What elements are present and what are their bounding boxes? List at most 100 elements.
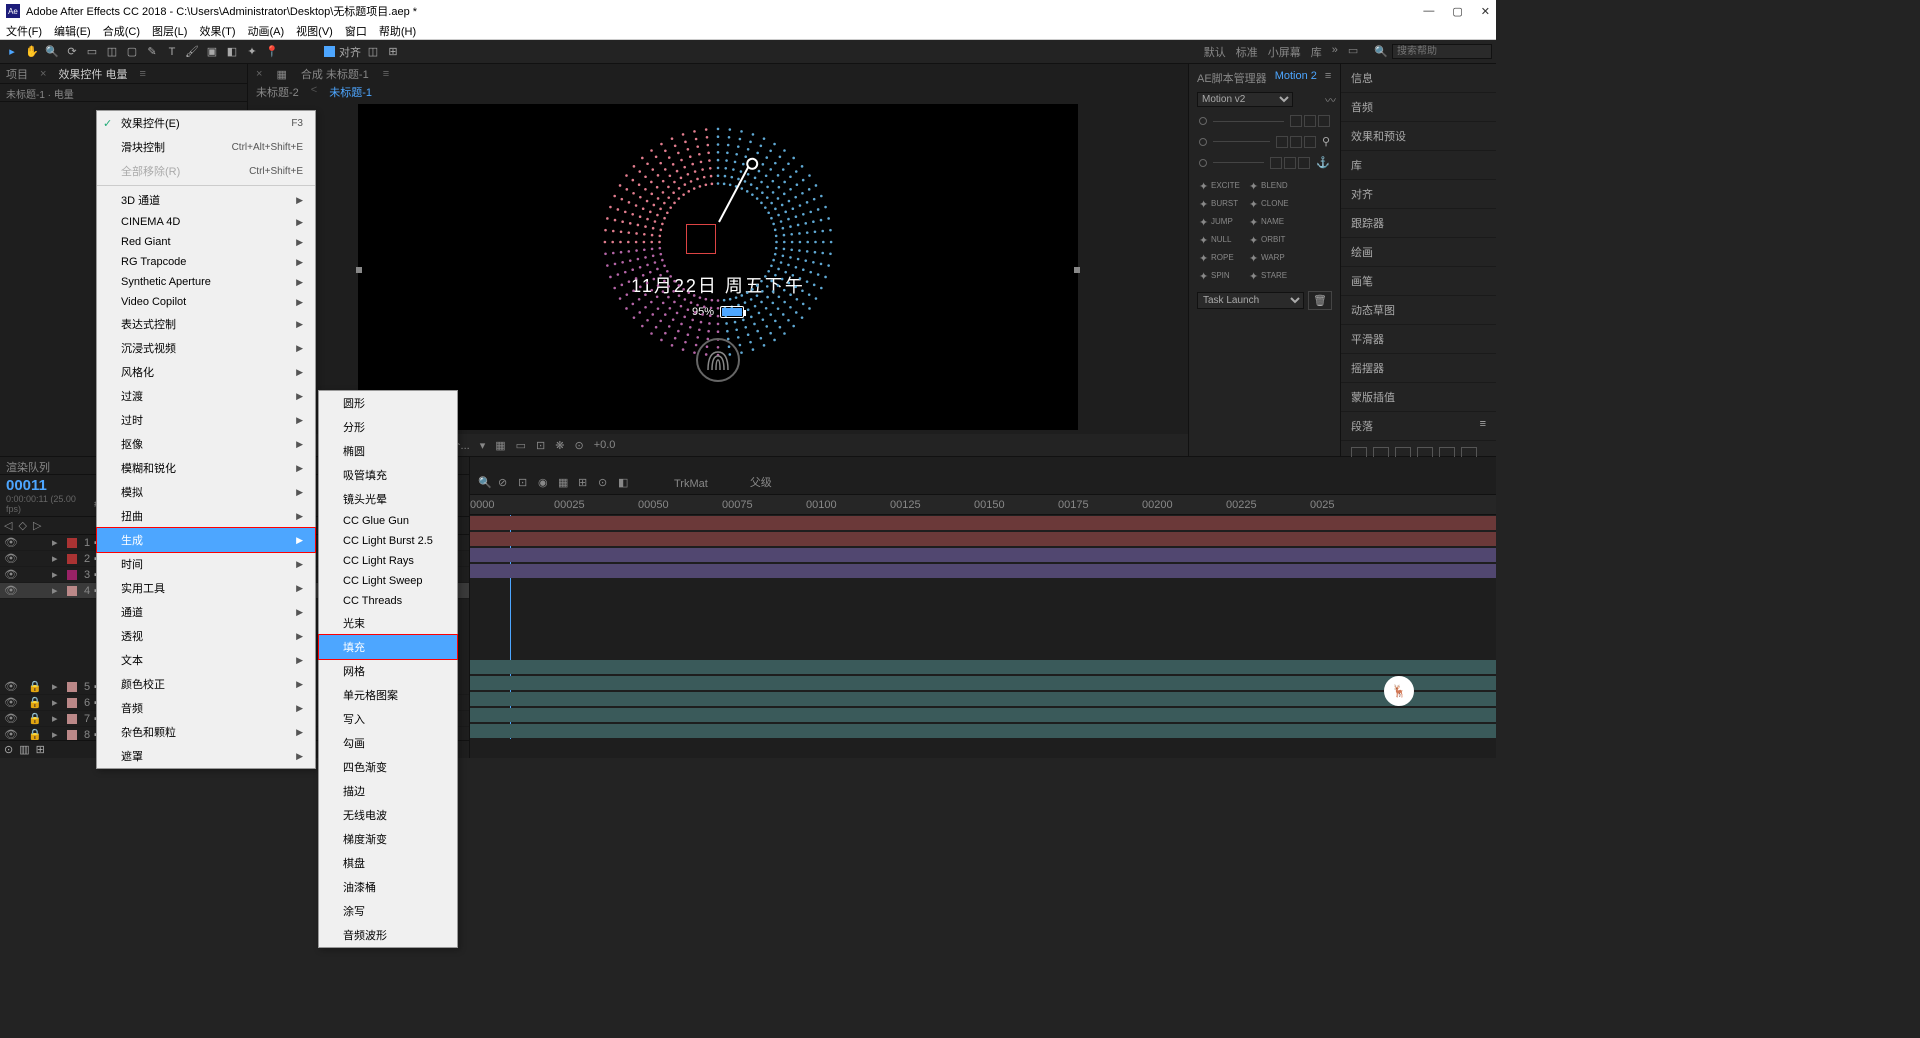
- menu-window[interactable]: 窗口: [345, 23, 367, 39]
- minimize-button[interactable]: —: [1423, 5, 1434, 18]
- eye-icon[interactable]: 👁: [4, 680, 16, 693]
- menu-item[interactable]: 遮罩▶: [97, 744, 315, 768]
- vc-i1[interactable]: ▦: [495, 439, 505, 452]
- eye-icon[interactable]: 👁: [4, 696, 16, 709]
- layer-bar[interactable]: [470, 676, 1496, 690]
- menu-layer[interactable]: 图层(L): [152, 23, 187, 39]
- layer-bar[interactable]: [470, 516, 1496, 530]
- layer-bar[interactable]: [470, 532, 1496, 546]
- menu-item[interactable]: 表达式控制▶: [97, 312, 315, 336]
- sub-tab-2[interactable]: 未标题-2: [256, 84, 299, 100]
- exposure[interactable]: +0.0: [594, 439, 616, 451]
- motion-tab-motion2[interactable]: Motion 2: [1275, 70, 1317, 86]
- layer-bar[interactable]: [470, 708, 1496, 722]
- tl-icon-mb[interactable]: ◉: [538, 476, 552, 490]
- eye-icon[interactable]: 👁: [4, 536, 16, 549]
- tl-toggle-2[interactable]: ▥: [19, 743, 29, 756]
- workspace-default[interactable]: 默认: [1204, 44, 1226, 60]
- lock-icon[interactable]: 🔒: [28, 680, 40, 693]
- motion-btn-burst[interactable]: ✦BURST: [1197, 195, 1245, 211]
- menu-item[interactable]: 时间▶: [97, 552, 315, 576]
- menu-item[interactable]: 模糊和锐化▶: [97, 456, 315, 480]
- right-panel-1[interactable]: 音频: [1341, 93, 1496, 122]
- tl-toggle-3[interactable]: ⊞: [36, 743, 45, 756]
- submenu-item[interactable]: CC Light Sweep: [319, 571, 457, 591]
- menu-item[interactable]: 效果控件(E)F3: [97, 111, 315, 135]
- right-panel-2[interactable]: 效果和预设: [1341, 122, 1496, 151]
- hand-tool[interactable]: ✋: [24, 44, 40, 60]
- layer-bar[interactable]: [470, 548, 1496, 562]
- menu-item[interactable]: Red Giant▶: [97, 232, 315, 252]
- submenu-item[interactable]: CC Glue Gun: [319, 511, 457, 531]
- tl-icon-3d[interactable]: ▦: [558, 476, 572, 490]
- menu-item[interactable]: RG Trapcode▶: [97, 252, 315, 272]
- effect-controls-tab[interactable]: 效果控件 电量: [58, 66, 127, 82]
- right-panel-6[interactable]: 绘画: [1341, 238, 1496, 267]
- motion-btn-orbit[interactable]: ✦ORBIT: [1247, 231, 1295, 247]
- submenu-item[interactable]: 镜头光晕: [319, 487, 457, 511]
- tl-icon-graph[interactable]: ⊞: [578, 476, 592, 490]
- eye-icon[interactable]: 👁: [4, 568, 16, 581]
- right-panel-8[interactable]: 动态草图: [1341, 296, 1496, 325]
- menu-animation[interactable]: 动画(A): [248, 23, 285, 39]
- menu-effect[interactable]: 效果(T): [199, 23, 235, 39]
- right-panel-5[interactable]: 跟踪器: [1341, 209, 1496, 238]
- tl-icon-shy[interactable]: ⊘: [498, 476, 512, 490]
- right-panel-3[interactable]: 库: [1341, 151, 1496, 180]
- pan-behind-tool[interactable]: ◫: [104, 44, 120, 60]
- tl-icon-c2[interactable]: ◧: [618, 476, 632, 490]
- vc-i4[interactable]: ❋: [555, 439, 564, 452]
- menu-item[interactable]: 过时▶: [97, 408, 315, 432]
- motion-btn-rope[interactable]: ✦ROPE: [1197, 249, 1245, 265]
- submenu-item[interactable]: CC Light Rays: [319, 551, 457, 571]
- menu-item[interactable]: 沉浸式视频▶: [97, 336, 315, 360]
- menu-view[interactable]: 视图(V): [296, 23, 333, 39]
- submenu-item[interactable]: 网格: [319, 659, 457, 683]
- menu-item[interactable]: 抠像▶: [97, 432, 315, 456]
- eye-icon[interactable]: 👁: [4, 584, 16, 597]
- submenu-item[interactable]: 写入: [319, 707, 457, 731]
- submenu-item[interactable]: 椭圆: [319, 439, 457, 463]
- layer-bar[interactable]: [470, 564, 1496, 578]
- submenu-item[interactable]: 勾画: [319, 731, 457, 755]
- right-panel-4[interactable]: 对齐: [1341, 180, 1496, 209]
- kf-diamond-icon[interactable]: ◇: [18, 519, 26, 532]
- layer-bar[interactable]: [470, 692, 1496, 706]
- next-kf-icon[interactable]: ▷: [33, 519, 41, 532]
- submenu-item[interactable]: 填充: [319, 635, 457, 659]
- workspace-small[interactable]: 小屏幕: [1268, 44, 1301, 60]
- submenu-item[interactable]: 无线电波: [319, 803, 457, 827]
- anchor2-icon[interactable]: ⚓: [1316, 156, 1330, 169]
- right-panel-10[interactable]: 摇摆器: [1341, 354, 1496, 383]
- motion-btn-jump[interactable]: ✦JUMP: [1197, 213, 1245, 229]
- menu-item[interactable]: 通道▶: [97, 600, 315, 624]
- menu-item[interactable]: 实用工具▶: [97, 576, 315, 600]
- menu-item[interactable]: 音频▶: [97, 696, 315, 720]
- submenu-item[interactable]: 单元格图案: [319, 683, 457, 707]
- menu-edit[interactable]: 编辑(E): [54, 23, 91, 39]
- layer-bar[interactable]: [470, 660, 1496, 674]
- prev-kf-icon[interactable]: ◁: [4, 519, 12, 532]
- project-tab[interactable]: 项目: [6, 66, 28, 82]
- motion-btn-warp[interactable]: ✦WARP: [1247, 249, 1295, 265]
- snap-opt-2[interactable]: ⊞: [385, 44, 401, 60]
- menu-help[interactable]: 帮助(H): [379, 23, 416, 39]
- comp-tab-main[interactable]: 合成 未标题-1: [301, 66, 369, 82]
- right-panel-12[interactable]: 段落≡: [1341, 412, 1496, 441]
- menu-item[interactable]: Synthetic Aperture▶: [97, 272, 315, 292]
- right-panel-11[interactable]: 蒙版插值: [1341, 383, 1496, 412]
- anchor-icon[interactable]: ⚲: [1322, 135, 1330, 148]
- right-panel-7[interactable]: 画笔: [1341, 267, 1496, 296]
- motion-graph-icon[interactable]: 〰: [1325, 92, 1336, 108]
- eye-icon[interactable]: 👁: [4, 712, 16, 725]
- submenu-item[interactable]: 音频波形: [319, 923, 457, 947]
- pen-tool[interactable]: ✎: [144, 44, 160, 60]
- menu-item[interactable]: 透视▶: [97, 624, 315, 648]
- puppet-tool[interactable]: 📍: [264, 44, 280, 60]
- menu-file[interactable]: 文件(F): [6, 23, 42, 39]
- submenu-item[interactable]: 圆形: [319, 391, 457, 415]
- timeline-ruler[interactable]: 0000000250005000075001000012500150001750…: [470, 495, 1496, 515]
- submenu-item[interactable]: 棋盘: [319, 851, 457, 875]
- selection-tool[interactable]: ▸: [4, 44, 20, 60]
- submenu-item[interactable]: 四色渐变: [319, 755, 457, 779]
